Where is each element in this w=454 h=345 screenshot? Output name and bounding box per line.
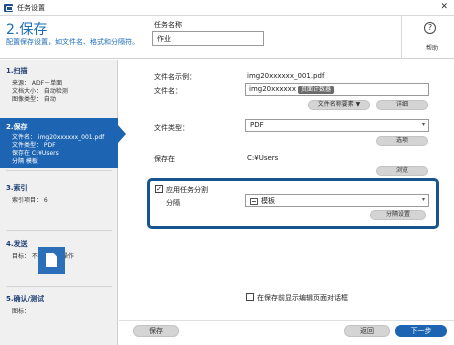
pdf-file-icon — [38, 247, 65, 274]
sidebar-step-title: 2.保存 — [6, 123, 28, 131]
window-titlebar: 任务设置 ✕ — [0, 0, 454, 16]
filetype-dropdown[interactable]: PDF ▾ — [245, 119, 429, 132]
split-dropdown[interactable]: 模板 ▾ — [245, 194, 429, 207]
help-icon[interactable]: ? — [424, 22, 436, 34]
detail-button[interactable]: 详细 — [376, 100, 428, 110]
step-header: 2.保存 配置保存设置，如文件名、格式和分隔符。 任务名称 ? 帮助 — [0, 16, 454, 59]
back-button[interactable]: 返回 — [344, 325, 390, 337]
chevron-down-icon: ▾ — [421, 196, 425, 203]
filename-example-value: img20xxxxxx_001.pdf — [247, 72, 325, 80]
browse-button[interactable]: 浏览 — [376, 166, 428, 176]
sidebar-divider — [6, 286, 112, 287]
step-description: 配置保存设置，如文件名、格式和分隔符。 — [6, 38, 139, 46]
sidebar-divider — [6, 170, 112, 171]
sidebar-step-detail: 索引项目： 6 — [12, 197, 48, 204]
split-value: 模板 — [261, 197, 275, 205]
sidebar-step-title: 3.索引 — [6, 184, 28, 192]
filetype-value: PDF — [250, 121, 264, 129]
filename-elements-button[interactable]: 文件名称要素 ▼ — [308, 100, 370, 110]
sidebar-step-title: 4.发送 — [6, 240, 28, 248]
header-divider — [401, 16, 402, 59]
task-name-input[interactable] — [152, 31, 264, 46]
filename-text: img20xxxxxx — [249, 85, 296, 93]
filetype-label: 文件类型： — [154, 124, 189, 132]
show-edit-dialog-checkbox[interactable] — [246, 293, 254, 301]
next-button[interactable]: 下一步 — [395, 325, 447, 337]
options-button[interactable]: 选项 — [376, 136, 428, 146]
active-step-arrow — [118, 125, 126, 143]
split-label: 分隔 — [166, 199, 180, 207]
sidebar-divider — [6, 230, 112, 231]
save-button[interactable]: 保存 — [133, 325, 179, 337]
save-in-label: 保存在 — [154, 155, 175, 163]
help-label[interactable]: 帮助 — [426, 43, 438, 52]
sidebar-step-detail: 分隔 模板 — [12, 158, 38, 165]
sidebar-step-save[interactable]: 2.保存 文件名： img20xxxxxx_001.pdf 文件类型： PDF … — [0, 118, 118, 168]
filename-example-label: 文件名示例： — [154, 73, 196, 81]
save-in-value: C:¥Users — [247, 154, 279, 162]
separator-icon — [250, 197, 258, 205]
app-icon — [4, 4, 13, 12]
page-counter-chip[interactable]: 页面计数器 — [297, 86, 334, 94]
close-icon[interactable]: ✕ — [440, 2, 448, 12]
chevron-down-icon: ▾ — [421, 121, 425, 128]
apply-split-checkbox[interactable]: ✓ — [155, 185, 163, 193]
split-settings-button[interactable]: 分隔设置 — [370, 210, 426, 220]
steps-sidebar: 1.扫描 来源： ADF－单面 文档大小： 自动检测 图像类型： 自动 3.索引… — [0, 60, 118, 345]
sidebar-step-title: 5.确认/测试 — [6, 295, 45, 303]
filename-input[interactable]: img20xxxxxx 页面计数器 — [245, 83, 429, 96]
show-edit-dialog-label[interactable]: 在保存前显示编辑页面对话框 — [257, 293, 348, 303]
footer-bar: 保存 返回 下一步 — [119, 320, 454, 345]
sidebar-step-detail: 图标： — [12, 308, 31, 315]
task-name-label: 任务名称 — [154, 21, 182, 29]
window-title: 任务设置 — [17, 4, 45, 12]
apply-split-label[interactable]: 应用任务分割 — [166, 185, 208, 195]
step-title: 2.保存 — [6, 22, 48, 38]
sidebar-step-title: 1.扫描 — [6, 67, 28, 75]
filename-label: 文件名： — [154, 87, 182, 95]
sidebar-step-detail: 图像类型： 自动 — [12, 96, 56, 103]
